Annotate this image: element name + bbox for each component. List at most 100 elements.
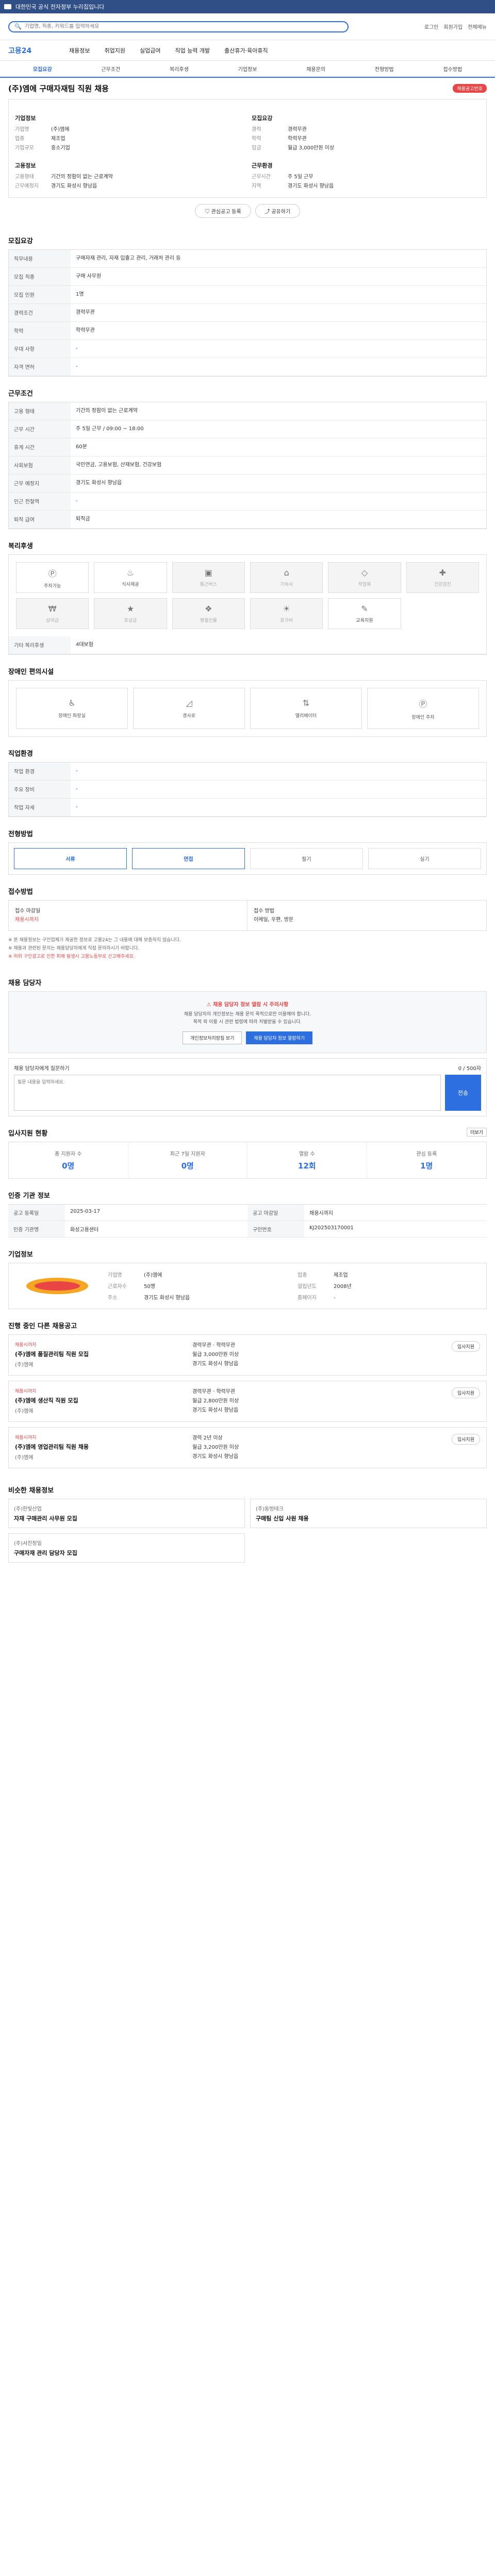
summary-right-title2: 근무환경 [252, 162, 273, 169]
search-input[interactable] [24, 24, 342, 29]
summary-row: 고용형태 기간의 정함이 없는 근로계약 [15, 174, 113, 180]
welfare-item: ♨ 식사제공 [94, 562, 167, 593]
inquiry-body: 전송 [14, 1075, 481, 1111]
table-row: 인근 전철역 - [9, 492, 486, 511]
table-row: 근무 예정지 경기도 화성시 향남읍 [9, 474, 486, 493]
apply-deadline: 접수 마감일 채용시까지 [9, 901, 248, 930]
share-button[interactable]: ⤴ 공유하기 [255, 204, 301, 218]
method-step: 필기 [250, 848, 363, 869]
summary-left-title: 기업정보 [15, 115, 36, 122]
work-heading: 근무조건 [8, 390, 33, 398]
search-row: 🔍 로그인 회원가입 전체메뉴 [0, 13, 495, 40]
method-steps: 서류 면접 필기 실기 [9, 843, 486, 874]
info-row: 공고 마감일 채용시까지 [248, 1205, 487, 1221]
search-icon: 🔍 [14, 23, 22, 30]
stat-item: 총 지원자 수 0명 [9, 1142, 128, 1178]
welfare-item: ▣ 통근버스 [172, 562, 245, 593]
company-row: 기업명 (주)엠에 [108, 1273, 162, 1278]
method-heading: 전형방법 [8, 831, 33, 838]
company-heading: 기업정보 [8, 1251, 33, 1259]
related-card[interactable]: (주)서진정밀 구매자재 관리 담당자 모집 [8, 1533, 245, 1563]
stats-section: 입사지원 현황 더보기 총 지원자 수 0명 최근 7일 지원자 0명 열람 수 12회… [8, 1116, 487, 1179]
global-nav: 고용24 채용정보 취업지원 실업급여 직업 능력 개발 출산휴가·육아휴직 [0, 40, 495, 61]
signup-link[interactable]: 회원가입 [443, 23, 463, 30]
job-card[interactable]: 채용시까지 (주)엠에 영업관리팀 직원 채용 (주)엠에 경력 2년 이상 월… [8, 1427, 487, 1468]
view-manager-button[interactable]: 채용 담당자 정보 열람하기 [246, 1031, 312, 1044]
footer-space [0, 1563, 495, 1583]
tab-recruit[interactable]: 모집요강 [8, 61, 77, 77]
tab-method[interactable]: 전형방법 [350, 61, 419, 77]
notes: ※ 본 채용정보는 구인업체가 제공한 정보로 고용24는 그 내용에 대해 보… [8, 931, 487, 966]
job-card[interactable]: 채용시까지 (주)엠에 품질관리팀 직원 모집 (주)엠에 경력무관 · 학력무… [8, 1334, 487, 1376]
more-link[interactable]: 더보기 [467, 1128, 487, 1137]
nav-item-leave[interactable]: 출산휴가·육아휴직 [224, 46, 268, 55]
heart-icon: ♡ [204, 209, 211, 215]
edu-icon: ✎ [361, 604, 368, 614]
welfare-heading: 복리후생 [8, 543, 33, 550]
apply-chip[interactable]: 입사지원 [451, 1387, 480, 1398]
scrap-button[interactable]: ♡ 관심공고 등록 [194, 204, 251, 218]
jobs-section: 진행 중인 다른 채용공고 채용시까지 (주)엠에 품질관리팀 직원 모집 (주… [8, 1309, 487, 1468]
summary-right-title: 모집요강 [252, 115, 273, 122]
manager-text: 목적 외 이용 시 관련 법령에 따라 처벌받을 수 있습니다. [193, 1020, 302, 1025]
util-links: 로그인 회원가입 전체메뉴 [424, 23, 487, 30]
facility-item: ⇅ 엘리베이터 [250, 688, 362, 729]
table-row: 퇴직 급여 퇴직금 [9, 510, 486, 529]
sitemap-link[interactable]: 전체메뉴 [468, 23, 487, 30]
welfare-item: ✚ 건강검진 [406, 562, 479, 593]
nav-item-jobs[interactable]: 채용정보 [69, 46, 90, 55]
status-badge: 채용공고번호 [453, 84, 487, 93]
welfare-item: ❖ 명절선물 [172, 598, 245, 629]
related-card[interactable]: (주)동방테크 구매팀 신입 사원 채용 [250, 1499, 487, 1528]
warning-icon: ⚠ [206, 1002, 213, 1008]
tab-apply[interactable]: 접수방법 [418, 61, 487, 77]
site-logo[interactable]: 고용24 [8, 45, 55, 56]
related-heading: 비슷한 채용정보 [8, 1487, 54, 1495]
summary-right: 모집요강 경력 경력무관 학력 학력무관 임금 월급 3,000만원 이상 근무환경 … [252, 106, 480, 191]
tab-inquiry[interactable]: 채용문의 [282, 61, 350, 77]
table-row: 작업 환경 - [9, 762, 486, 781]
summary-row: 경력 경력무관 [252, 127, 307, 132]
table-row: 근무 시간 주 5일 근무 / 09:00 ~ 18:00 [9, 420, 486, 438]
tab-welfare[interactable]: 복리후생 [145, 61, 213, 77]
table-row: 휴게 시간 60분 [9, 438, 486, 456]
apply-chip[interactable]: 입사지원 [451, 1341, 480, 1352]
env-box: 작업 환경 - 주요 장비 - 작업 자세 - [8, 762, 487, 817]
apply-chip[interactable]: 입사지원 [451, 1434, 480, 1445]
bonus-icon: ₩ [48, 604, 57, 614]
stat-item: 관심 등록 1명 [416, 1151, 437, 1171]
related-card[interactable]: (주)한빛산업 자재 구매관리 사무원 모집 [8, 1499, 245, 1528]
note-line: ※ 허위 구인광고로 인한 피해 발생시 고용노동부로 신고해주세요. [8, 954, 135, 959]
send-button[interactable]: 전송 [445, 1075, 481, 1111]
privacy-policy-button[interactable]: 개인정보처리방침 보기 [183, 1031, 242, 1044]
table-row: 우대 사항 - [9, 340, 486, 358]
work-section: 근무조건 고용 형태 기간의 정함이 없는 근로계약 근무 시간 주 5일 근무 /… [8, 377, 487, 529]
tab-work[interactable]: 근무조건 [77, 61, 145, 77]
nav-item-training[interactable]: 직업 능력 개발 [175, 46, 210, 55]
recruit-section: 모집요강 직무내용 구매자재 관리, 자재 입출고 관리, 거래처 관리 등 모집… [8, 224, 487, 377]
method-box: 서류 면접 필기 실기 [8, 842, 487, 875]
recruit-box: 직무내용 구매자재 관리, 자재 입출고 관리, 거래처 관리 등 모집 직종 구매… [8, 249, 487, 377]
summary-row: 기업규모 중소기업 [15, 145, 70, 151]
company-box: 기업명 (주)엠에 업종 제조업 근로자수 50명 설립년도 2008년 주소 경기도 화… [8, 1263, 487, 1309]
login-link[interactable]: 로그인 [424, 23, 439, 30]
note-line: ※ 채용과 관련된 문의는 채용담당자에게 직접 문의하시기 바랍니다. [8, 946, 139, 951]
page-title: (주)엠에 구매자재팀 직원 채용 [8, 84, 109, 93]
apply-section: 접수방법 접수 마감일 채용시까지 접수 방법 이메일, 우편, 방문 ※ 본 … [8, 875, 487, 966]
tab-company[interactable]: 기업정보 [213, 61, 282, 77]
info-section: 인증 기관 정보 공고 등록일 2025-03-17 공고 마감일 채용시까지 인증… [8, 1179, 487, 1238]
inquiry-textarea[interactable] [14, 1075, 441, 1111]
env-table: 작업 환경 - 주요 장비 - 작업 자세 - [9, 762, 486, 817]
table-row: 사회보험 국민연금, 고용보험, 산재보험, 건강보험 [9, 456, 486, 474]
company-logo [16, 1270, 98, 1301]
facility-box: ♿ 장애인 화장실 ◿ 경사로 ⇅ 엘리베이터 Ⓟ 장애인 주차 [8, 680, 487, 737]
company-row: 설립년도 2008년 [298, 1284, 352, 1290]
parking-icon: Ⓟ [48, 568, 57, 579]
nav-item-benefit[interactable]: 실업급여 [140, 46, 160, 55]
facility-heading: 장애인 편의시설 [8, 668, 54, 676]
job-card[interactable]: 채용시까지 (주)엠에 생산직 직원 모집 (주)엠에 경력무관 · 학력무관 … [8, 1381, 487, 1422]
welfare-item: ₩ 상여금 [16, 598, 89, 629]
search-box[interactable]: 🔍 [8, 21, 349, 32]
note-line: ※ 본 채용정보는 구인업체가 제공한 정보로 고용24는 그 내용에 대해 보… [8, 938, 181, 943]
nav-item-support[interactable]: 취업지원 [104, 46, 125, 55]
